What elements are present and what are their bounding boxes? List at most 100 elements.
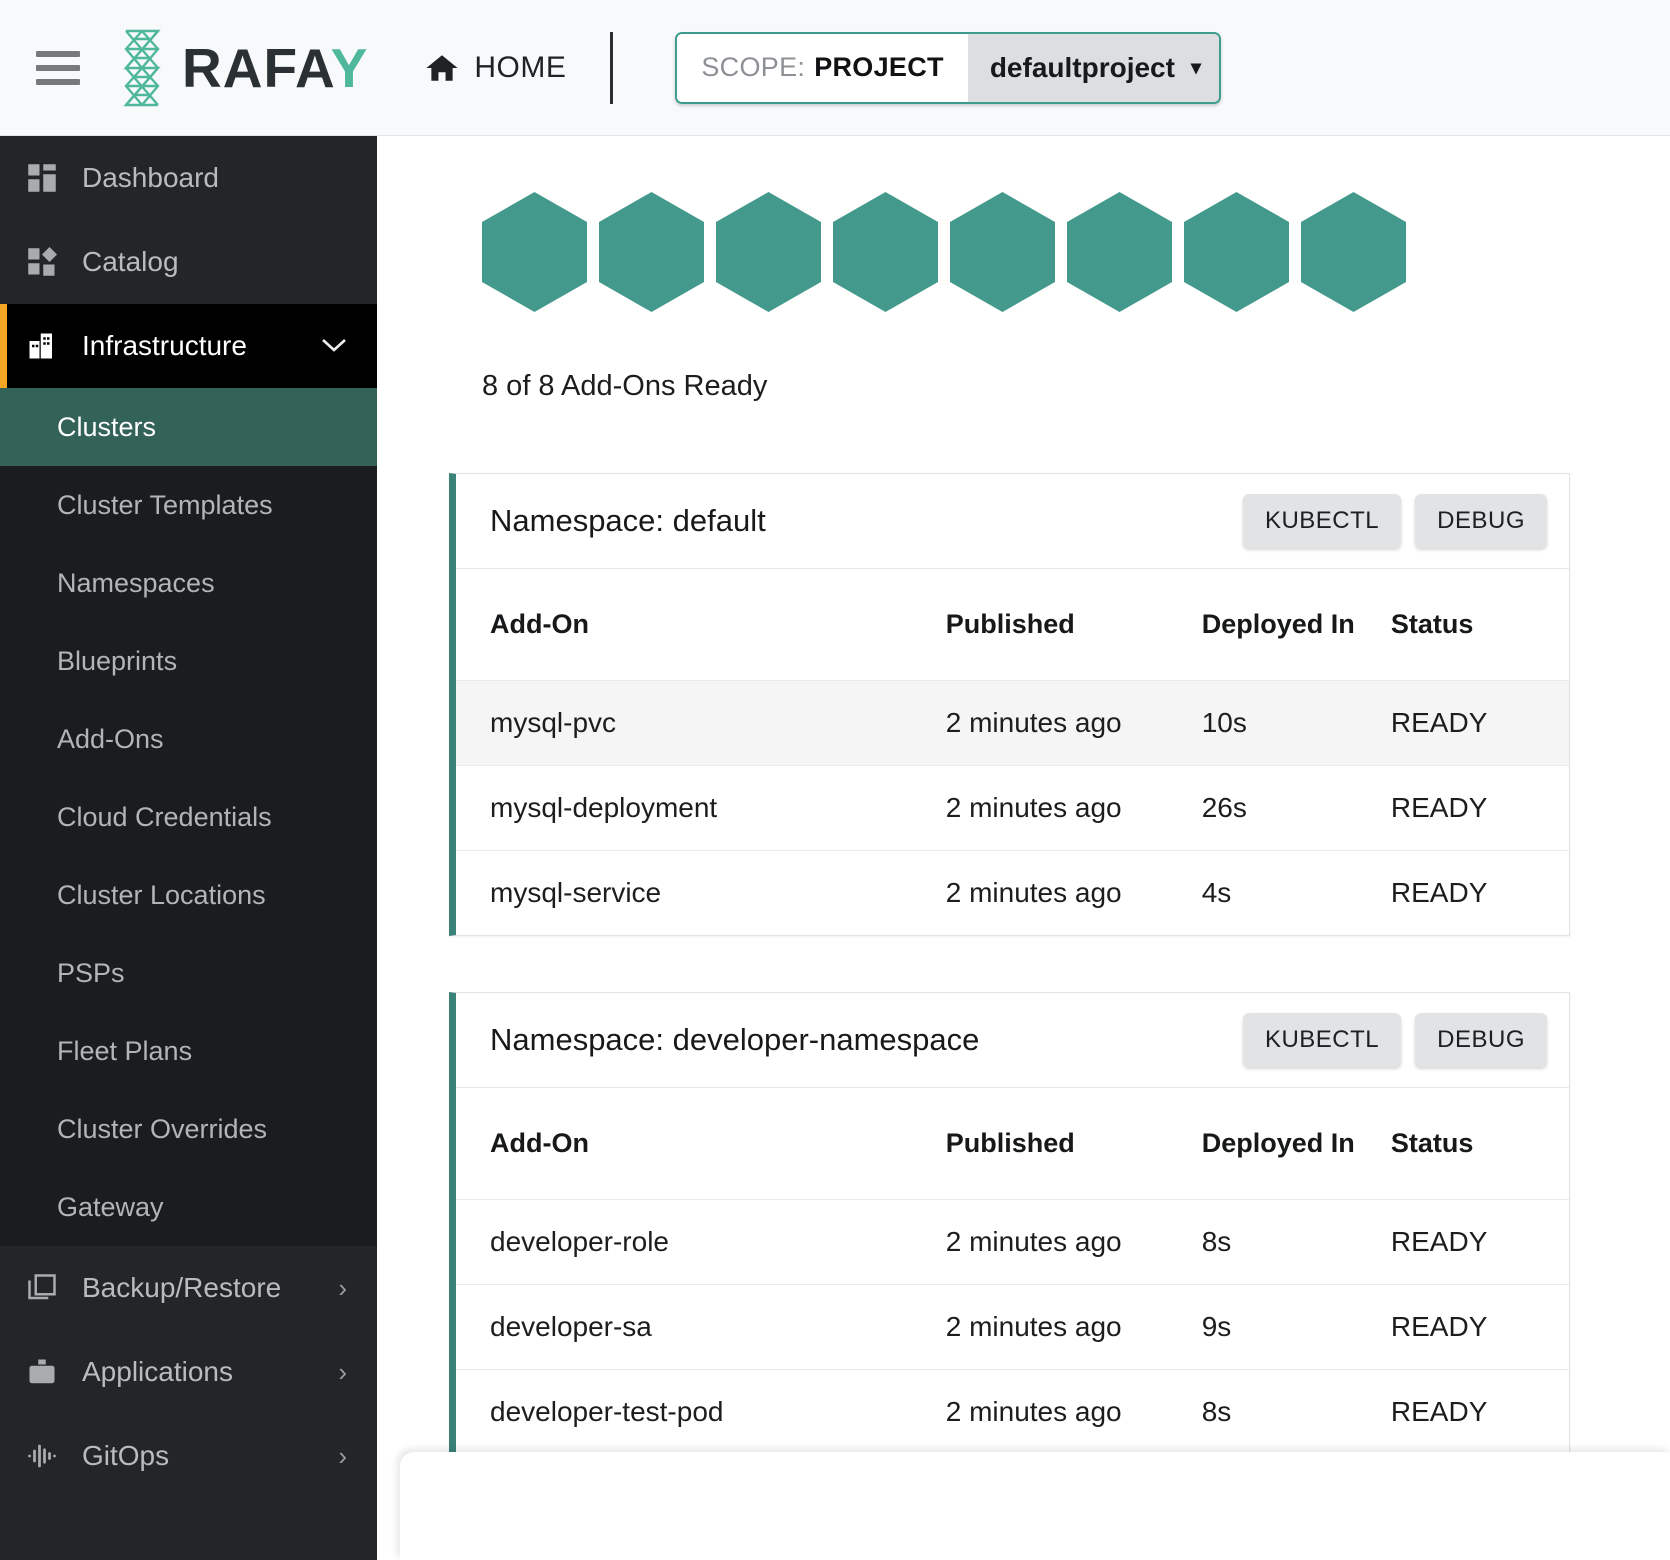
cell-published: 2 minutes ago <box>945 1199 1202 1285</box>
sidebar-item-blueprints[interactable]: Blueprints <box>0 622 377 700</box>
dashboard-icon <box>22 163 62 193</box>
sidebar-item-gateway[interactable]: Gateway <box>0 1168 377 1246</box>
pulse-icon <box>22 1441 62 1471</box>
column-header-addon: Add-On <box>490 609 589 639</box>
namespace-card-actions: KUBECTL DEBUG <box>1242 1013 1547 1067</box>
sidebar-item-label: Cluster Overrides <box>57 1113 268 1144</box>
column-header-published: Published <box>945 609 1075 639</box>
rafay-logo[interactable]: RAFAY <box>106 29 368 107</box>
cell-deployed-in: 8s <box>1201 1369 1391 1454</box>
sidebar-item-label: Cluster Templates <box>57 489 273 520</box>
scope-project-selector[interactable]: SCOPE: PROJECT defaultproject ▾ <box>675 31 1221 104</box>
table-header-row: Add-On Published Deployed In Status <box>456 1088 1569 1200</box>
kubectl-button[interactable]: KUBECTL <box>1242 494 1402 548</box>
cell-addon: mysql-service <box>456 850 946 935</box>
column-header-deployed-in: Deployed In <box>1201 609 1355 639</box>
namespace-title: Namespace: developer-namespace <box>490 1022 980 1057</box>
cell-addon: developer-test-pod <box>456 1369 946 1454</box>
status-badge: READY <box>1390 1284 1569 1370</box>
sidebar-item-label: PSPs <box>57 957 125 988</box>
addon-hexagon <box>1184 192 1289 312</box>
namespace-card-header: Namespace: developer-namespace KUBECTL D… <box>456 993 1569 1088</box>
home-label: HOME <box>474 50 567 84</box>
sidebar-item-label: Blueprints <box>57 645 178 676</box>
sidebar-item-label: Backup/Restore <box>82 1272 282 1303</box>
namespace-card: Namespace: developer-namespace KUBECTL D… <box>449 992 1570 1455</box>
rafay-wordmark: RAFAY <box>182 36 369 99</box>
status-badge: READY <box>1390 680 1569 766</box>
hamburger-bar <box>36 78 80 85</box>
header-divider <box>610 31 614 104</box>
catalog-icon <box>22 247 62 277</box>
cell-addon: developer-role <box>456 1199 946 1285</box>
status-badge: READY <box>1390 765 1569 851</box>
debug-button[interactable]: DEBUG <box>1415 494 1547 548</box>
sidebar-item-namespaces[interactable]: Namespaces <box>0 544 377 622</box>
hamburger-menu-icon[interactable] <box>36 50 80 85</box>
sidebar-item-label: Add-Ons <box>57 723 164 754</box>
project-name-label: defaultproject <box>989 51 1175 83</box>
sidebar-item-dashboard[interactable]: Dashboard <box>0 136 377 220</box>
sidebar-item-label: Applications <box>82 1356 233 1387</box>
sidebar-item-label: Fleet Plans <box>57 1035 193 1066</box>
table-row[interactable]: mysql-deployment 2 minutes ago 26s READY <box>456 765 1569 851</box>
addon-hexagon <box>1301 192 1406 312</box>
top-header-bar: RAFAY HOME SCOPE: PROJECT defaultproject… <box>0 0 1670 136</box>
project-dropdown[interactable]: defaultproject ▾ <box>967 33 1219 102</box>
sidebar-item-clusters[interactable]: Clusters <box>0 388 377 466</box>
building-icon <box>22 331 62 361</box>
addons-table: Add-On Published Deployed In Status deve… <box>456 1088 1569 1454</box>
addons-table: Add-On Published Deployed In Status mysq… <box>456 569 1569 935</box>
cell-published: 2 minutes ago <box>945 850 1202 935</box>
table-row[interactable]: mysql-service 2 minutes ago 4s READY <box>456 850 1569 935</box>
cell-deployed-in: 4s <box>1201 850 1391 935</box>
sidebar-item-label: GitOps <box>82 1440 170 1471</box>
debug-button[interactable]: DEBUG <box>1415 1013 1547 1067</box>
table-row[interactable]: developer-sa 2 minutes ago 9s READY <box>456 1284 1569 1370</box>
sidebar-item-cluster-locations[interactable]: Cluster Locations <box>0 856 377 934</box>
column-header-status: Status <box>1390 609 1474 639</box>
sidebar-item-cloud-credentials[interactable]: Cloud Credentials <box>0 778 377 856</box>
sidebar-item-add-ons[interactable]: Add-Ons <box>0 700 377 778</box>
status-badge: READY <box>1390 1369 1569 1454</box>
scope-label-section: SCOPE: PROJECT <box>677 33 968 102</box>
chevron-right-icon[interactable]: › <box>338 1357 347 1388</box>
bottom-overlay-panel <box>400 1452 1670 1560</box>
sidebar-group-infrastructure[interactable]: Infrastructure <box>0 304 377 388</box>
home-nav-link[interactable]: HOME <box>424 51 566 85</box>
sidebar-bottom-group: Backup/Restore › Applications › GitOps › <box>0 1246 377 1498</box>
namespace-card: Namespace: default KUBECTL DEBUG Add-On … <box>449 473 1570 936</box>
table-row[interactable]: mysql-pvc 2 minutes ago 10s READY <box>456 680 1569 766</box>
addon-hexagon <box>950 192 1055 312</box>
cell-deployed-in: 9s <box>1201 1284 1391 1370</box>
column-header-published: Published <box>945 1128 1075 1158</box>
sidebar-item-fleet-plans[interactable]: Fleet Plans <box>0 1012 377 1090</box>
chevron-down-icon[interactable] <box>321 332 347 360</box>
sidebar-item-cluster-templates[interactable]: Cluster Templates <box>0 466 377 544</box>
scope-key-label: SCOPE: <box>701 52 806 82</box>
cell-addon: developer-sa <box>456 1284 946 1370</box>
addon-hexagon <box>482 192 587 312</box>
table-row[interactable]: developer-role 2 minutes ago 8s READY <box>456 1199 1569 1285</box>
chevron-right-icon[interactable]: › <box>338 1441 347 1472</box>
cell-addon: mysql-pvc <box>456 680 946 766</box>
sidebar-item-catalog[interactable]: Catalog <box>0 220 377 304</box>
sidebar-item-psps[interactable]: PSPs <box>0 934 377 1012</box>
chevron-right-icon[interactable]: › <box>338 1273 347 1304</box>
sidebar-item-backup-restore[interactable]: Backup/Restore › <box>0 1246 377 1330</box>
addon-hexagon <box>716 192 821 312</box>
sidebar-item-cluster-overrides[interactable]: Cluster Overrides <box>0 1090 377 1168</box>
left-sidebar-nav: Dashboard Catalog Infrastructure Cluster… <box>0 136 377 1560</box>
cell-published: 2 minutes ago <box>945 680 1202 766</box>
addons-ready-summary: 8 of 8 Add-Ons Ready <box>482 370 768 402</box>
table-row[interactable]: developer-test-pod 2 minutes ago 8s READ… <box>456 1369 1569 1454</box>
kubectl-button[interactable]: KUBECTL <box>1242 1013 1402 1067</box>
cell-published: 2 minutes ago <box>945 1369 1202 1454</box>
table-header-row: Add-On Published Deployed In Status <box>456 569 1569 681</box>
sidebar-item-label: Clusters <box>57 411 157 442</box>
sidebar-item-label: Cloud Credentials <box>57 801 272 832</box>
sidebar-item-gitops[interactable]: GitOps › <box>0 1414 377 1498</box>
cell-deployed-in: 8s <box>1201 1199 1391 1285</box>
sidebar-item-applications[interactable]: Applications › <box>0 1330 377 1414</box>
copy-icon <box>22 1273 62 1303</box>
